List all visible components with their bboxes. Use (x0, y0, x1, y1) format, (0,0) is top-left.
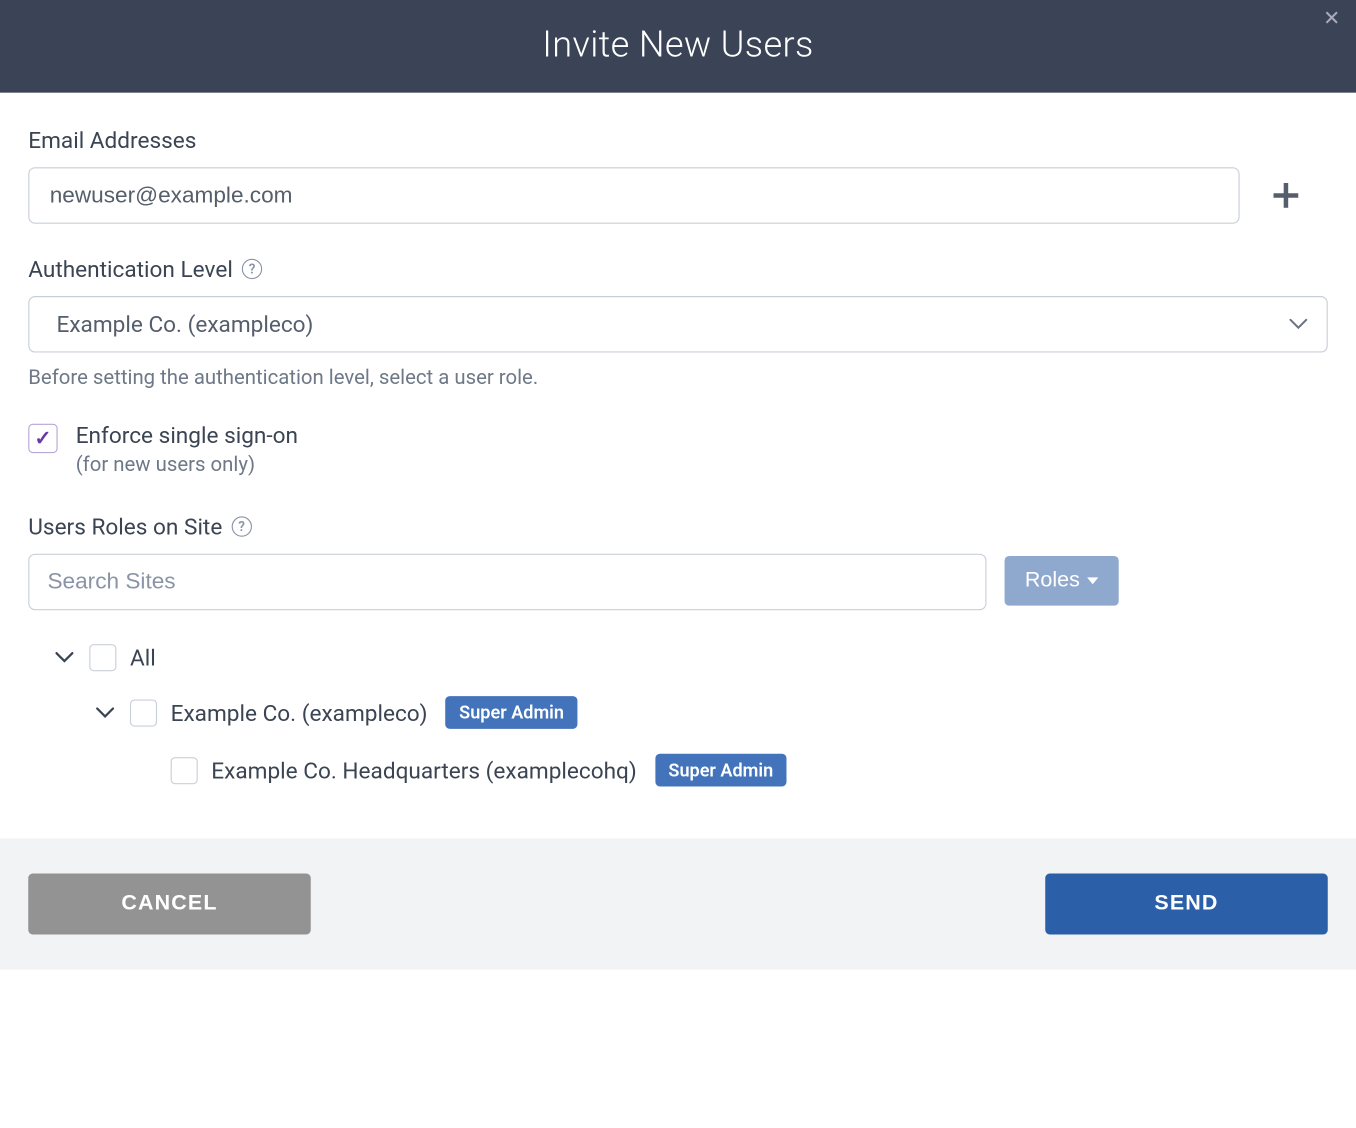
roles-dropdown-button[interactable]: Roles (1005, 556, 1119, 606)
auth-level-helper: Before setting the authentication level,… (28, 366, 1328, 390)
tree-checkbox-org[interactable] (130, 699, 157, 726)
sso-row: Enforce single sign-on (for new users on… (28, 421, 1328, 476)
email-input[interactable] (28, 167, 1239, 224)
invite-users-modal: Invite New Users ✕ Email Addresses Authe… (0, 0, 1356, 970)
auth-level-select[interactable]: Example Co. (exampleco) (28, 296, 1328, 353)
modal-footer: CANCEL SEND (0, 838, 1356, 969)
roles-label: Users Roles on Site (28, 513, 222, 540)
search-row: Roles (28, 554, 1328, 611)
modal-body: Email Addresses Authentication Level ? E… (0, 93, 1356, 839)
tree-label-hq: Example Co. Headquarters (examplecohq) (211, 757, 636, 784)
email-group: Email Addresses (28, 127, 1328, 224)
auth-level-group: Authentication Level ? Example Co. (exam… (28, 255, 1328, 389)
add-email-icon[interactable] (1274, 183, 1299, 208)
help-icon[interactable]: ? (231, 516, 251, 536)
tree-checkbox-all[interactable] (89, 644, 116, 671)
caret-down-icon (1087, 577, 1098, 584)
email-row (28, 167, 1328, 224)
sso-checkbox[interactable] (28, 424, 57, 453)
roles-button-label: Roles (1025, 568, 1080, 593)
role-badge: Super Admin (655, 754, 787, 787)
chevron-down-icon[interactable] (94, 707, 117, 718)
auth-level-select-wrapper: Example Co. (exampleco) (28, 296, 1328, 353)
sso-label: Enforce single sign-on (76, 421, 298, 448)
role-badge: Super Admin (446, 696, 578, 729)
tree-label-org: Example Co. (exampleco) (171, 699, 428, 726)
modal-title: Invite New Users (0, 23, 1356, 66)
auth-level-label: Authentication Level (28, 255, 233, 282)
tree-row-hq: Example Co. Headquarters (examplecohq) S… (53, 754, 1328, 787)
modal-header: Invite New Users ✕ (0, 0, 1356, 93)
close-icon[interactable]: ✕ (1323, 9, 1340, 29)
tree-row-all: All (53, 644, 1328, 671)
auth-level-selected-value: Example Co. (exampleco) (57, 311, 314, 338)
chevron-down-icon[interactable] (53, 652, 76, 663)
sso-sublabel: (for new users only) (76, 453, 298, 477)
tree-label-all: All (130, 644, 156, 671)
cancel-button[interactable]: CANCEL (28, 873, 311, 934)
sites-tree: All Example Co. (exampleco) Super Admin … (28, 644, 1328, 786)
email-label: Email Addresses (28, 127, 1328, 154)
roles-group: Users Roles on Site ? Roles All (28, 513, 1328, 786)
tree-checkbox-hq[interactable] (171, 757, 198, 784)
help-icon[interactable]: ? (242, 259, 262, 279)
tree-row-org: Example Co. (exampleco) Super Admin (53, 696, 1328, 729)
send-button[interactable]: SEND (1045, 873, 1328, 934)
search-sites-input[interactable] (28, 554, 986, 611)
